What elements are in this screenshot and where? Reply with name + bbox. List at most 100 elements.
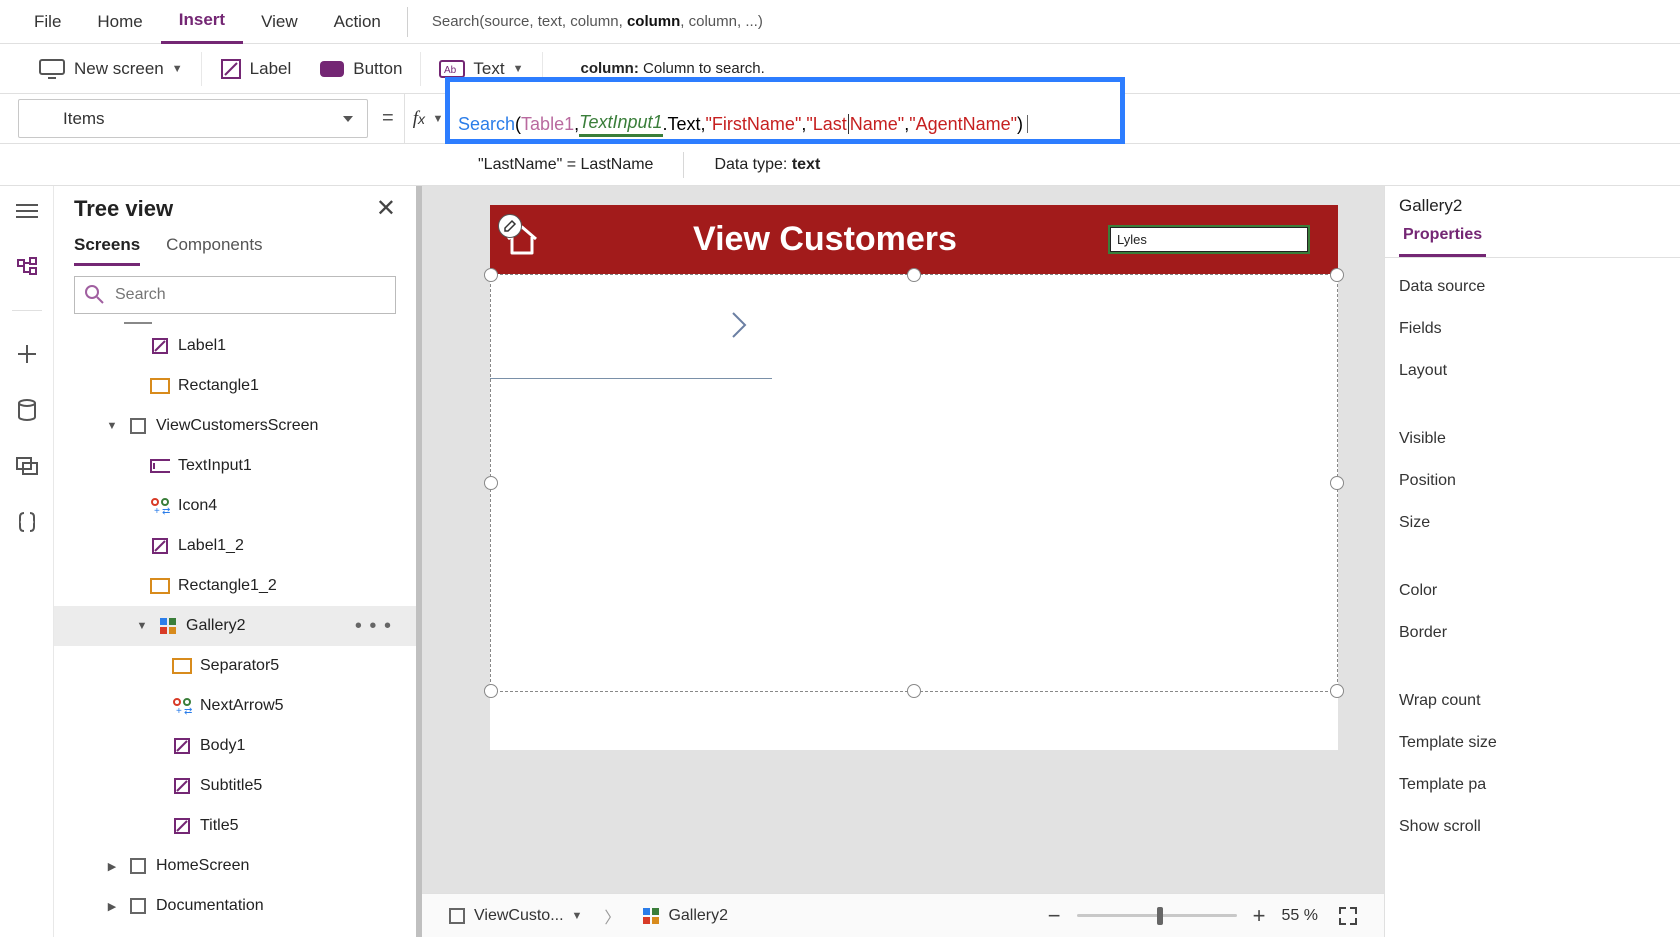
chevron-down-icon[interactable]: ▼ — [104, 420, 120, 432]
properties-panel: Gallery2 Properties Data source Fields L… — [1384, 186, 1680, 937]
chevron-down-icon[interactable]: ▼ — [572, 910, 583, 922]
app-canvas[interactable]: View Customers — [490, 205, 1338, 750]
svg-text:⇄: ⇄ — [184, 706, 192, 715]
column-hint: column: Column to search. — [551, 60, 1653, 77]
menu-action[interactable]: Action — [316, 0, 399, 44]
tree-item-body1[interactable]: Body1 — [54, 726, 416, 766]
gallery2[interactable] — [490, 274, 1338, 692]
left-rail — [0, 186, 54, 937]
breadcrumb-screen[interactable]: ViewCusto... ▼ — [440, 903, 590, 929]
prop-layout[interactable]: Layout — [1385, 350, 1680, 392]
add-icon[interactable] — [14, 341, 40, 367]
menu-insert[interactable]: Insert — [161, 0, 243, 44]
gallery-icon — [642, 907, 660, 925]
formula-highlight-box: Search(Table1, TextInput1.Text, "FirstNa… — [445, 77, 1125, 144]
screen-icon — [448, 907, 466, 925]
app-search-input[interactable] — [1110, 227, 1308, 252]
equals-label: = — [372, 94, 404, 143]
formula-bar[interactable]: Search(Table1, TextInput1.Text, "FirstNa… — [458, 104, 1112, 144]
text-cursor — [848, 114, 849, 134]
expand-icon[interactable] — [1330, 906, 1366, 926]
divider — [407, 7, 408, 37]
tree-item-label1-2[interactable]: Label1_2 — [54, 526, 416, 566]
prop-visible[interactable]: Visible — [1385, 418, 1680, 460]
text-button[interactable]: Ab Text ▼ — [439, 59, 523, 79]
tree-item-nextarrow5[interactable]: +⇄NextArrow5 — [54, 686, 416, 726]
tree-item-rectangle1-2[interactable]: Rectangle1_2 — [54, 566, 416, 606]
chevron-right-icon[interactable] — [730, 310, 748, 340]
edit-icon[interactable] — [498, 214, 522, 238]
text-icon: Ab — [439, 60, 465, 78]
menu-home[interactable]: Home — [79, 0, 160, 44]
prop-template-size[interactable]: Template size — [1385, 722, 1680, 764]
button-button[interactable]: Button — [319, 59, 402, 79]
prop-fields[interactable]: Fields — [1385, 308, 1680, 350]
fx-icon[interactable]: fx — [404, 94, 429, 143]
tree-item-rectangle1[interactable]: Rectangle1 — [54, 366, 416, 406]
canvas-area: View Customers — [422, 186, 1384, 937]
property-selector[interactable]: Items — [18, 99, 368, 138]
tree-view-panel: Tree view ✕ Screens Components Label1 Re… — [54, 186, 422, 937]
svg-text:+: + — [154, 506, 160, 515]
chevron-down-icon: ▼ — [172, 63, 183, 75]
prop-position[interactable]: Position — [1385, 460, 1680, 502]
hamburger-icon[interactable] — [14, 198, 40, 224]
search-icon — [84, 284, 104, 304]
zoom-slider[interactable] — [1077, 914, 1237, 917]
collapse-line — [124, 322, 152, 324]
gallery-template-row[interactable] — [490, 274, 772, 379]
tree-search-input[interactable] — [74, 276, 396, 314]
breadcrumb-control[interactable]: Gallery2 — [634, 903, 736, 929]
variables-icon[interactable] — [14, 509, 40, 535]
data-icon[interactable] — [14, 397, 40, 423]
bottombar: ViewCusto... ▼ 〉 Gallery2 − + 55 % — [422, 893, 1384, 937]
separator — [490, 378, 772, 379]
media-icon[interactable] — [14, 453, 40, 479]
prop-border[interactable]: Border — [1385, 612, 1680, 654]
zoom-control[interactable]: − + 55 % — [1044, 903, 1366, 929]
tree-view-icon[interactable] — [14, 254, 40, 280]
menu-file[interactable]: File — [16, 0, 79, 44]
close-icon[interactable]: ✕ — [376, 194, 396, 223]
result-value: "LastName" = LastName — [478, 156, 653, 174]
tree-item-homescreen[interactable]: ▶HomeScreen — [54, 846, 416, 886]
prop-size[interactable]: Size — [1385, 502, 1680, 544]
label-button[interactable]: Label — [220, 58, 292, 80]
tree-search[interactable] — [74, 276, 396, 314]
selected-control-name: Gallery2 — [1385, 186, 1680, 220]
tree-item-subtitle5[interactable]: Subtitle5 — [54, 766, 416, 806]
tab-screens[interactable]: Screens — [74, 235, 140, 266]
tree-item-label1[interactable]: Label1 — [54, 326, 416, 366]
prop-show-scroll[interactable]: Show scroll — [1385, 806, 1680, 848]
prop-data-source[interactable]: Data source — [1385, 266, 1680, 308]
formula-result: "LastName" = LastName Data type: text — [0, 144, 1680, 186]
prop-template-padding[interactable]: Template pa — [1385, 764, 1680, 806]
chevron-right-icon[interactable]: ▶ — [104, 900, 120, 913]
svg-text:+: + — [176, 706, 182, 715]
tree-item-documentation[interactable]: ▶Documentation — [54, 886, 416, 926]
screen-icon — [38, 58, 66, 80]
tree-item-title5[interactable]: Title5 — [54, 806, 416, 846]
tab-properties[interactable]: Properties — [1399, 220, 1486, 257]
app-header: View Customers — [490, 205, 1338, 274]
formula-row: Items = fx ▼ Search(Table1, TextInput1.T… — [0, 94, 1680, 144]
function-signature: Search(source, text, column, column, col… — [416, 13, 1664, 30]
svg-text:Ab: Ab — [444, 65, 457, 76]
app-title: View Customers — [540, 220, 1110, 259]
tree-item-separator5[interactable]: Separator5 — [54, 646, 416, 686]
chevron-down-icon[interactable]: ▼ — [134, 620, 150, 632]
more-icon[interactable]: • • • — [355, 615, 392, 638]
chevron-right-icon[interactable]: ▶ — [104, 860, 120, 873]
new-screen-button[interactable]: New screen ▼ — [38, 58, 183, 80]
tree-item-textinput1[interactable]: TextInput1 — [54, 446, 416, 486]
tree-item-gallery2[interactable]: ▼Gallery2• • • — [54, 606, 416, 646]
tree-item-icon4[interactable]: +⇄Icon4 — [54, 486, 416, 526]
prop-wrap-count[interactable]: Wrap count — [1385, 680, 1680, 722]
insertion-caret — [1027, 115, 1028, 133]
zoom-in-button[interactable]: + — [1249, 903, 1270, 929]
zoom-out-button[interactable]: − — [1044, 903, 1065, 929]
menu-view[interactable]: View — [243, 0, 316, 44]
tab-components[interactable]: Components — [166, 235, 262, 266]
prop-color[interactable]: Color — [1385, 570, 1680, 612]
tree-item-viewcustomers[interactable]: ▼ViewCustomersScreen — [54, 406, 416, 446]
